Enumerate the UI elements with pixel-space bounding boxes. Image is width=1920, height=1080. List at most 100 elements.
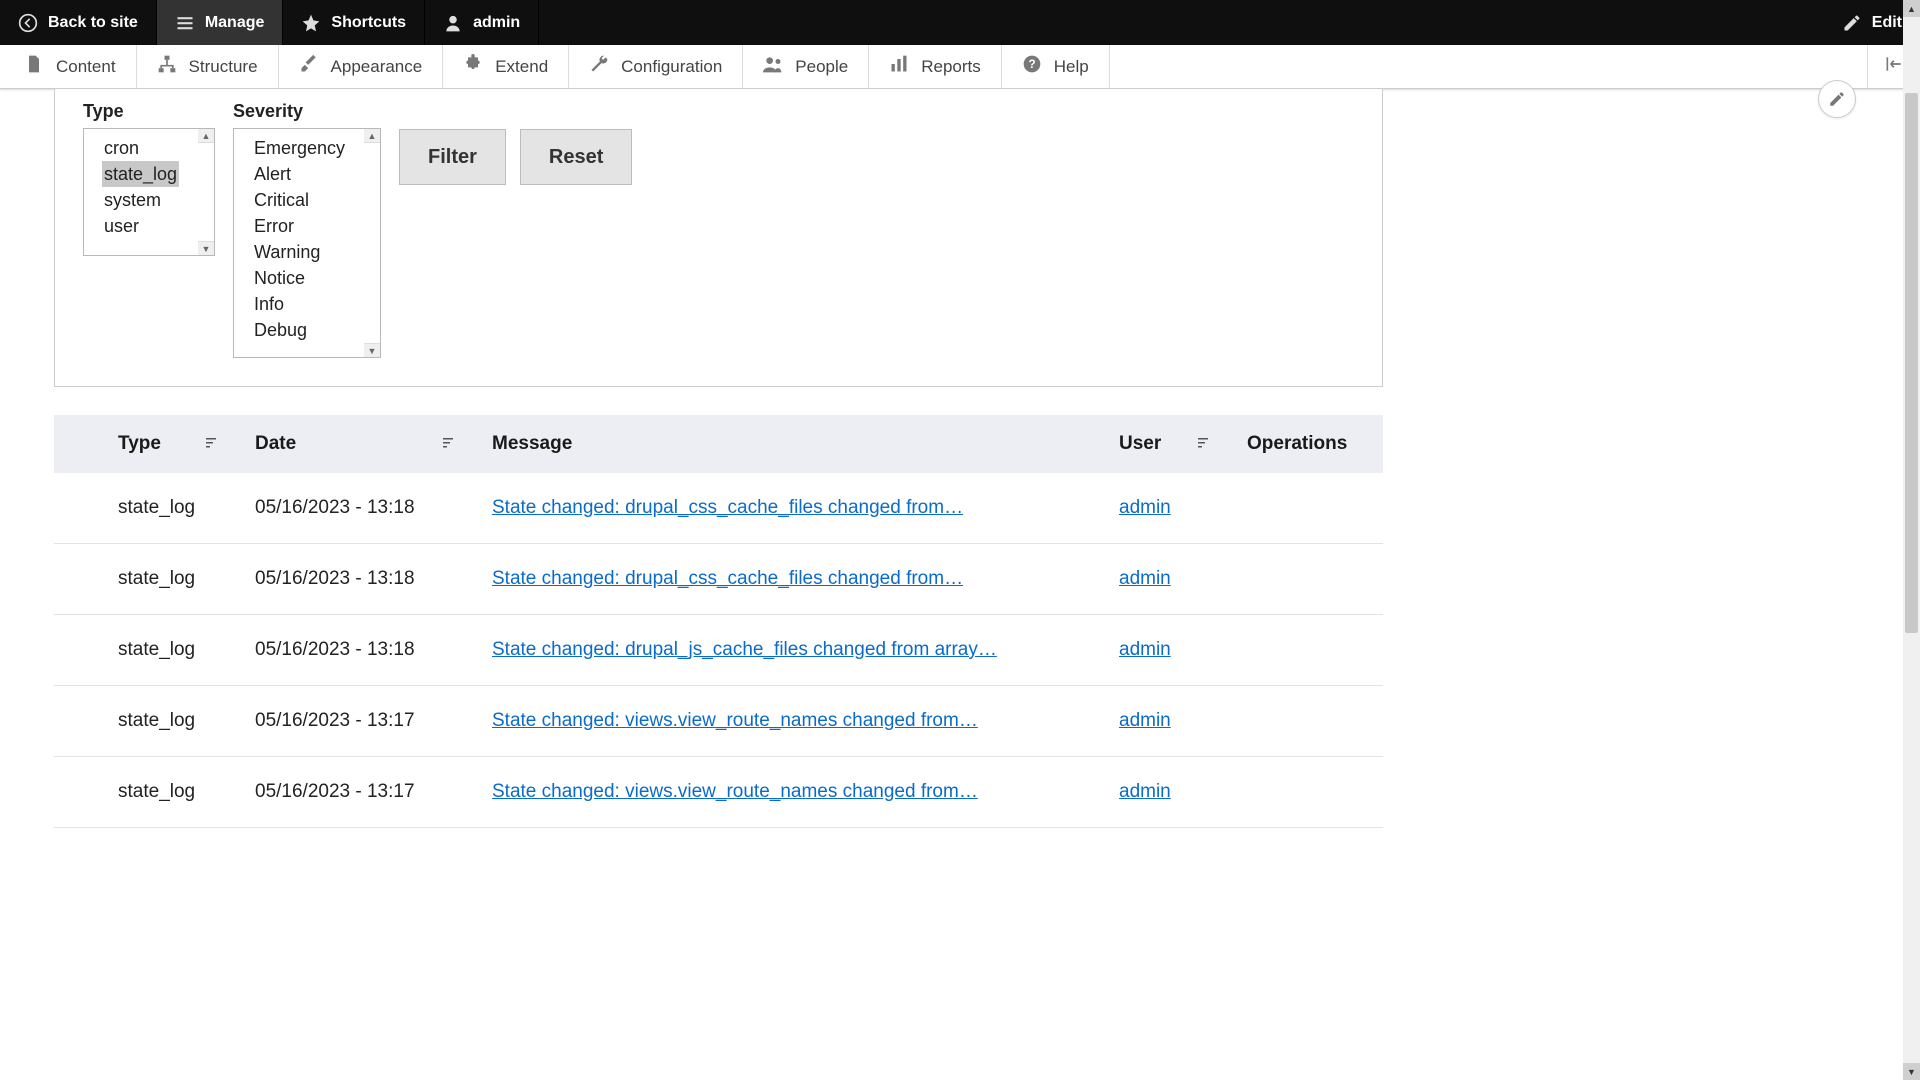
severity-option[interactable]: Warning: [252, 239, 322, 265]
user-link[interactable]: admin: [1119, 497, 1171, 518]
cell-message: State changed: drupal_css_cache_files ch…: [482, 473, 1109, 544]
sort-icon: [442, 433, 454, 455]
message-link[interactable]: State changed: views.view_route_names ch…: [492, 710, 978, 731]
cell-type: state_log: [108, 615, 245, 686]
menu-content[interactable]: Content: [4, 45, 137, 88]
back-to-site-label: Back to site: [48, 14, 138, 32]
message-link[interactable]: State changed: drupal_css_cache_files ch…: [492, 497, 963, 518]
menu-people[interactable]: People: [743, 45, 869, 88]
scrollbar-track[interactable]: [1903, 17, 1920, 1063]
type-option[interactable]: user: [102, 213, 141, 239]
table-row: state_log05/16/2023 - 13:18State changed…: [54, 473, 1383, 544]
manage-button[interactable]: Manage: [157, 0, 284, 45]
cell-user: admin: [1109, 615, 1237, 686]
row-gap: [54, 615, 108, 686]
table-header-gap: [54, 415, 108, 473]
scroll-up-icon[interactable]: ▲: [198, 129, 214, 143]
chevron-left-circle-icon: [18, 13, 38, 33]
window-scrollbar[interactable]: ▲ ▼: [1903, 0, 1920, 1080]
severity-option[interactable]: Emergency: [252, 135, 347, 161]
admin-toolbar: Back to site Manage Shortcuts admin Edit: [0, 0, 1920, 45]
severity-option[interactable]: Debug: [252, 317, 309, 343]
severity-option[interactable]: Info: [252, 291, 286, 317]
menu-reports[interactable]: Reports: [869, 45, 1002, 88]
filter-severity-listbox[interactable]: ▲ EmergencyAlertCriticalErrorWarningNoti…: [233, 128, 381, 358]
contextual-edit-button[interactable]: [1818, 80, 1856, 118]
row-gap: [54, 544, 108, 615]
type-option[interactable]: system: [102, 187, 163, 213]
severity-option[interactable]: Notice: [252, 265, 307, 291]
menu-appearance-label: Appearance: [331, 57, 423, 77]
user-label: admin: [473, 14, 520, 32]
filter-severity-block: Severity ▲ EmergencyAlertCriticalErrorWa…: [233, 101, 381, 358]
edit-label: Edit: [1872, 14, 1902, 32]
scroll-down-icon[interactable]: ▼: [198, 241, 214, 255]
user-icon: [443, 13, 463, 33]
help-icon: ?: [1022, 54, 1042, 79]
col-user-header[interactable]: User: [1109, 415, 1237, 473]
scroll-up-arrow-icon[interactable]: ▲: [1903, 0, 1920, 17]
cell-operations: [1237, 544, 1383, 615]
scrollbar-thumb[interactable]: [1905, 93, 1918, 633]
cell-date: 05/16/2023 - 13:18: [245, 615, 482, 686]
severity-option[interactable]: Critical: [252, 187, 311, 213]
menu-help[interactable]: ? Help: [1002, 45, 1110, 88]
cell-type: state_log: [108, 757, 245, 828]
menu-help-label: Help: [1054, 57, 1089, 77]
admin-menu: Content Structure Appearance Extend Conf…: [0, 45, 1920, 89]
manage-label: Manage: [205, 14, 265, 32]
cell-operations: [1237, 686, 1383, 757]
user-link[interactable]: admin: [1119, 639, 1171, 660]
menu-configuration[interactable]: Configuration: [569, 45, 743, 88]
type-option[interactable]: cron: [102, 135, 141, 161]
col-message-header: Message: [482, 415, 1109, 473]
scroll-up-icon[interactable]: ▲: [364, 129, 380, 143]
menu-structure-label: Structure: [189, 57, 258, 77]
filter-panel: Type ▲ cronstate_logsystemuser ▼ Severit…: [54, 89, 1383, 387]
table-row: state_log05/16/2023 - 13:17State changed…: [54, 686, 1383, 757]
user-link[interactable]: admin: [1119, 710, 1171, 731]
back-to-site-button[interactable]: Back to site: [0, 0, 157, 45]
message-link[interactable]: State changed: views.view_route_names ch…: [492, 781, 978, 802]
reset-button[interactable]: Reset: [520, 129, 632, 185]
menu-structure[interactable]: Structure: [137, 45, 279, 88]
severity-option[interactable]: Error: [252, 213, 296, 239]
log-table: Type Date Message User Operations state_: [54, 415, 1383, 828]
cell-operations: [1237, 473, 1383, 544]
file-icon: [24, 54, 44, 79]
people-icon: [763, 54, 783, 79]
scroll-down-icon[interactable]: ▼: [364, 343, 380, 357]
star-icon: [301, 13, 321, 33]
cell-message: State changed: views.view_route_names ch…: [482, 686, 1109, 757]
col-type-header[interactable]: Type: [108, 415, 245, 473]
filter-button[interactable]: Filter: [399, 129, 506, 185]
menu-extend[interactable]: Extend: [443, 45, 569, 88]
menu-people-label: People: [795, 57, 848, 77]
cell-user: admin: [1109, 544, 1237, 615]
type-option[interactable]: state_log: [102, 161, 179, 187]
cell-user: admin: [1109, 473, 1237, 544]
table-row: state_log05/16/2023 - 13:18 State changed…: [54, 615, 1383, 686]
cell-message: State changed: views.view_route_names ch…: [482, 757, 1109, 828]
cell-date: 05/16/2023 - 13:18: [245, 473, 482, 544]
user-menu-button[interactable]: admin: [425, 0, 539, 45]
cell-date: 05/16/2023 - 13:17: [245, 686, 482, 757]
severity-option[interactable]: Alert: [252, 161, 293, 187]
scroll-down-arrow-icon[interactable]: ▼: [1903, 1063, 1920, 1080]
row-gap: [54, 473, 108, 544]
message-link[interactable]: State changed: drupal_css_cache_files ch…: [492, 568, 963, 589]
menu-configuration-label: Configuration: [621, 57, 722, 77]
wrench-icon: [589, 54, 609, 79]
menu-appearance[interactable]: Appearance: [279, 45, 444, 88]
shortcuts-button[interactable]: Shortcuts: [283, 0, 425, 45]
menu-extend-label: Extend: [495, 57, 548, 77]
user-link[interactable]: admin: [1119, 781, 1171, 802]
col-date-header[interactable]: Date: [245, 415, 482, 473]
filter-buttons: Filter Reset: [399, 101, 632, 185]
message-link[interactable]: State changed: drupal_js_cache_files cha…: [492, 639, 997, 660]
filter-type-listbox[interactable]: ▲ cronstate_logsystemuser ▼: [83, 128, 215, 256]
table-header-row: Type Date Message User Operations: [54, 415, 1383, 473]
filter-type-label: Type: [83, 101, 215, 122]
user-link[interactable]: admin: [1119, 568, 1171, 589]
bar-chart-icon: [889, 54, 909, 79]
